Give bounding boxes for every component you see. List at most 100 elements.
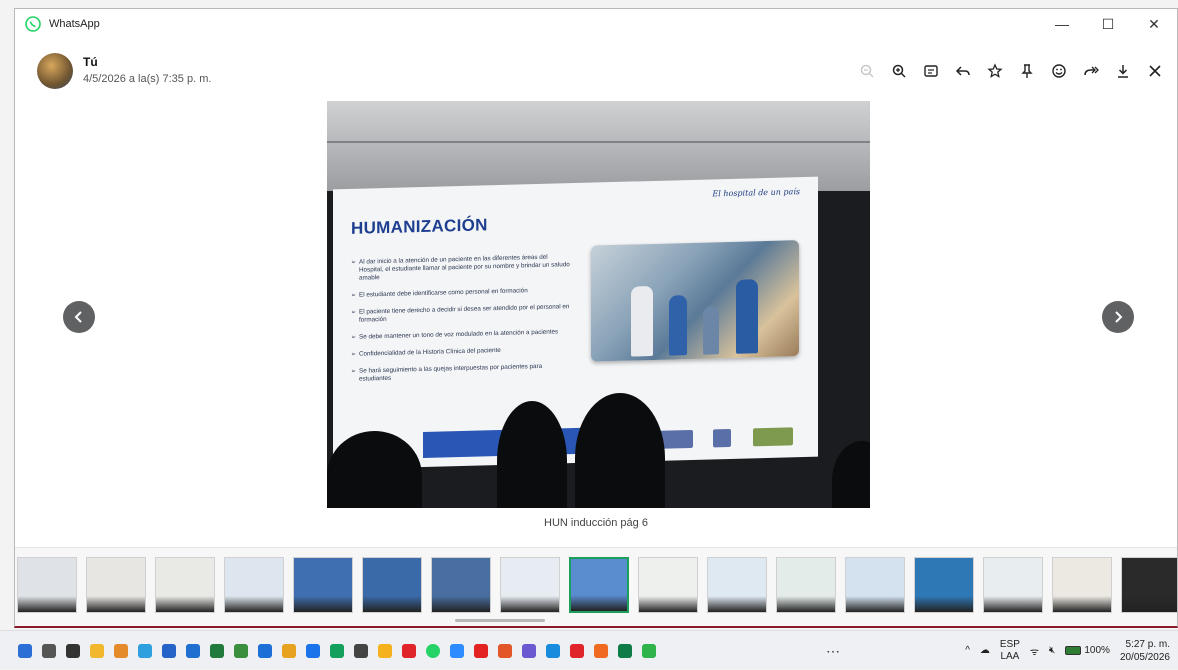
title-bar: WhatsApp — ☐ ✕ [15,9,1177,39]
taskbar-app-icon[interactable] [258,643,272,658]
thumbnail-item[interactable] [431,557,491,613]
taskbar-apps [18,631,666,670]
zoom-out-icon [860,64,874,78]
thumbnail-item[interactable] [293,557,353,613]
taskbar-app-icon[interactable] [234,643,248,658]
minimize-button[interactable]: — [1039,9,1085,39]
taskbar-app-icon[interactable] [210,643,224,658]
more-apps-button[interactable]: ⋯ [826,643,840,660]
volume-muted-icon[interactable]: 🔇︎ [1049,645,1055,656]
thumbnail-scrollbar[interactable] [455,619,545,622]
thumbnail-item[interactable] [569,557,629,613]
taskbar-app-icon[interactable] [90,643,104,658]
taskbar-app-icon[interactable] [570,643,584,658]
maximize-button[interactable]: ☐ [1085,9,1131,39]
react-button[interactable] [1043,57,1075,85]
download-button[interactable] [1107,57,1139,85]
taskbar-app-icon[interactable] [114,643,128,658]
taskbar-app-icon[interactable] [42,643,56,658]
star-button[interactable] [979,57,1011,85]
taskbar-app-icon[interactable] [378,643,392,658]
thumbnail-item[interactable] [224,557,284,613]
taskbar-app-icon[interactable] [426,643,440,658]
clock[interactable]: 5:27 p. m. 20/05/2026 [1120,638,1170,664]
thumbnail-item[interactable] [638,557,698,613]
media-caption: HUN inducción pág 6 [544,517,648,529]
thumbnail-item[interactable] [155,557,215,613]
thumbnail-item[interactable] [983,557,1043,613]
wifi-icon[interactable]: ᯤ [1030,644,1039,658]
battery-icon[interactable]: 100% [1065,645,1110,656]
projected-slide: El hospital de un país HUMANIZACIÓN Al d… [333,176,818,470]
slide-bullet: Al dar inicio a la atención de un pacien… [351,253,571,283]
chevron-up-icon[interactable]: ^ [965,645,970,656]
download-icon [1118,65,1128,78]
app-title: WhatsApp [49,18,100,30]
taskbar-app-icon[interactable] [402,643,416,658]
taskbar-app-icon[interactable] [642,643,656,658]
whatsapp-logo-icon [25,16,41,32]
zoom-out-button[interactable] [851,57,883,85]
chevron-left-icon [74,311,82,323]
thumbnail-shadow [501,596,559,612]
onedrive-icon[interactable]: ☁︎ [980,645,990,656]
taskbar-app-icon[interactable] [282,643,296,658]
slide-title: HUMANIZACIÓN [351,215,488,238]
taskbar-app-icon[interactable] [618,643,632,658]
taskbar-app-icon[interactable] [18,643,32,658]
thumbnail-item[interactable] [776,557,836,613]
taskbar-app-icon[interactable] [474,643,488,658]
close-viewer-button[interactable] [1139,57,1171,85]
avatar[interactable] [37,53,73,89]
forward-button[interactable] [1075,57,1107,85]
media-image: El hospital de un país HUMANIZACIÓN Al d… [327,101,870,508]
thumbnail-shadow [363,596,421,612]
taskbar-app-icon[interactable] [306,643,320,658]
thumbnail-item[interactable] [362,557,422,613]
taskbar-app-icon[interactable] [450,643,464,658]
thumbnail-shadow [915,596,973,612]
caption-icon [924,65,938,77]
taskbar-app-icon[interactable] [162,643,176,658]
taskbar-app-icon[interactable] [546,643,560,658]
taskbar-app-icon[interactable] [594,643,608,658]
media-toolbar [851,57,1171,85]
thumbnail-strip [15,547,1177,626]
slide-script-text: El hospital de un país [712,187,800,199]
thumbnail-shadow [571,595,627,611]
taskbar-app-icon[interactable] [354,643,368,658]
slide-bullet: El estudiante debe identificarse como pe… [351,286,571,300]
thumbnail-item[interactable] [500,557,560,613]
thumbnail-shadow [984,596,1042,612]
thumbnail-shadow [708,596,766,612]
reply-button[interactable] [947,57,979,85]
clock-time: 5:27 p. m. [1125,638,1170,650]
close-window-button[interactable]: ✕ [1131,9,1177,39]
pin-button[interactable] [1011,57,1043,85]
thumbnail-item[interactable] [914,557,974,613]
thumbnail-item[interactable] [17,557,77,613]
thumbnail-item[interactable] [1052,557,1112,613]
taskbar-app-icon[interactable] [66,643,80,658]
taskbar-app-icon[interactable] [498,643,512,658]
thumbnail-item[interactable] [707,557,767,613]
system-tray: ^ ☁︎ ESP LAA ᯤ 🔇︎ 100% 5:27 p. m. 20/05/… [955,631,1170,670]
taskbar-app-icon[interactable] [522,643,536,658]
forward-icon [1084,66,1099,76]
thumbnail-item[interactable] [1121,557,1177,613]
thumbnail-item[interactable] [86,557,146,613]
slide-photo [591,240,799,362]
slide-logo [713,428,731,448]
close-icon [1149,65,1161,77]
thumbnail-item[interactable] [845,557,905,613]
zoom-in-button[interactable] [883,57,915,85]
taskbar-app-icon[interactable] [186,643,200,658]
next-media-button[interactable] [1102,301,1134,333]
thumbnail-shadow [225,596,283,612]
previous-media-button[interactable] [63,301,95,333]
taskbar-app-icon[interactable] [330,643,344,658]
caption-button[interactable] [915,57,947,85]
taskbar-app-icon[interactable] [138,643,152,658]
language-indicator[interactable]: ESP LAA [1000,639,1020,663]
thumbnail-shadow [156,596,214,612]
